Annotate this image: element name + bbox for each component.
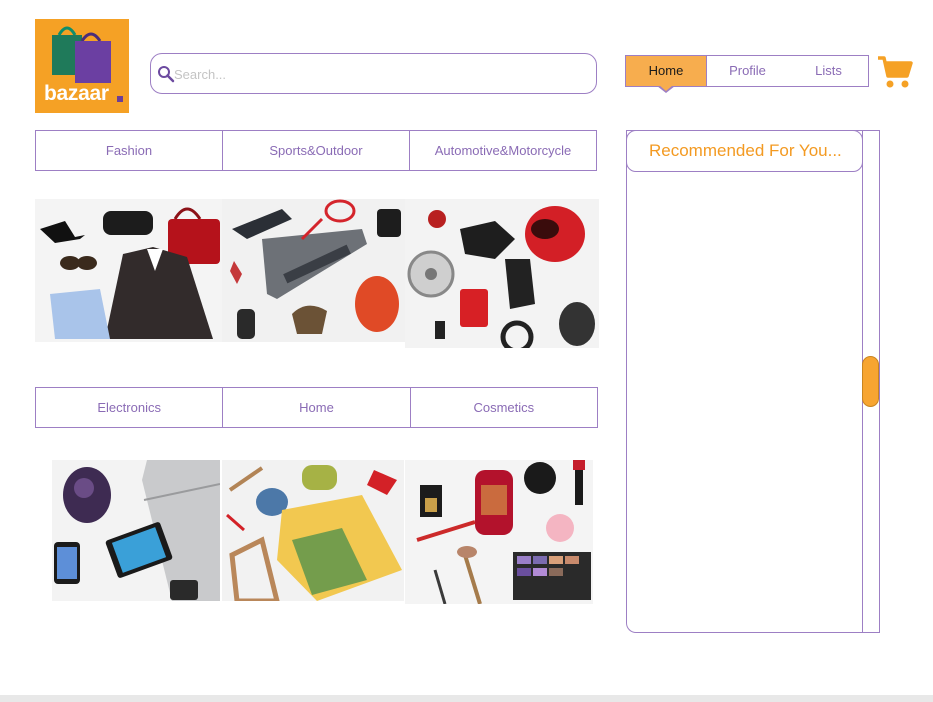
category-sports-outdoor[interactable]: Sports&Outdoor <box>223 131 410 170</box>
bazaar-logo[interactable]: bazaar <box>35 19 129 113</box>
search-input[interactable] <box>174 63 584 85</box>
recommended-panel <box>626 130 880 633</box>
logo-dot <box>117 96 123 102</box>
recommended-scrollbar-thumb[interactable] <box>862 356 879 407</box>
recommended-title: Recommended For You... <box>626 130 863 172</box>
cosmetics-image[interactable] <box>405 460 593 604</box>
category-row-bottom: Electronics Home Cosmetics <box>35 387 598 428</box>
category-cosmetics[interactable]: Cosmetics <box>411 388 597 427</box>
nav-tab-home[interactable]: Home <box>626 56 707 86</box>
search-bar <box>150 53 597 94</box>
fashion-image[interactable] <box>35 199 222 342</box>
home-image[interactable] <box>222 460 404 601</box>
electronics-image[interactable] <box>52 460 220 601</box>
cart-icon[interactable] <box>876 54 914 90</box>
automotive-image[interactable] <box>405 199 599 348</box>
nav-tab-lists[interactable]: Lists <box>788 56 869 86</box>
category-electronics[interactable]: Electronics <box>36 388 224 427</box>
category-home[interactable]: Home <box>223 388 411 427</box>
category-automotive-motorcycle[interactable]: Automotive&Motorcycle <box>410 131 596 170</box>
main-nav: Home Profile Lists <box>625 55 869 87</box>
page: bazaar Home Profile Lists Fashion Sports… <box>0 0 933 702</box>
category-row-top: Fashion Sports&Outdoor Automotive&Motorc… <box>35 130 597 171</box>
active-tab-caret <box>657 85 675 93</box>
window-bottom-edge <box>0 695 933 702</box>
search-icon[interactable] <box>157 65 175 83</box>
nav-tab-profile[interactable]: Profile <box>707 56 788 86</box>
logo-wordmark: bazaar <box>44 82 109 105</box>
category-fashion[interactable]: Fashion <box>36 131 223 170</box>
sports-outdoor-image[interactable] <box>222 199 405 342</box>
